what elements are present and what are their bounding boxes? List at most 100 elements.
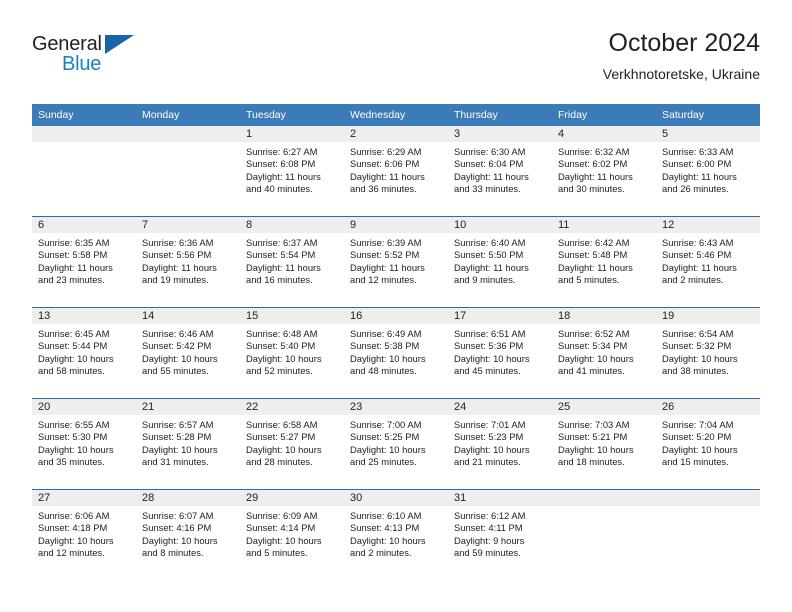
day-detail-line: and 2 minutes. xyxy=(350,547,412,559)
day-number: 2 xyxy=(344,126,448,142)
day-cell-inner: 29 Sunrise: 6:09 AM Sunset: 4:14 PM Dayligh… xyxy=(240,490,344,580)
day-number: 30 xyxy=(344,490,448,506)
day-cell-13[interactable]: 13 Sunrise: 6:45 AM Sunset: 5:44 PM Dayligh… xyxy=(32,307,136,399)
day-detail-line: Sunset: 5:30 PM xyxy=(38,431,108,443)
day-number: 9 xyxy=(344,217,448,233)
day-cell-16[interactable]: 16 Sunrise: 6:49 AM Sunset: 5:38 PM Dayligh… xyxy=(344,307,448,399)
day-cell-24[interactable]: 24 Sunrise: 7:01 AM Sunset: 5:23 PM Dayligh… xyxy=(448,398,552,490)
day-details: Sunrise: 6:43 AM Sunset: 5:46 PM Daylight:… xyxy=(656,233,760,287)
day-detail-line: and 2 minutes. xyxy=(662,274,724,286)
day-detail-line: and 33 minutes. xyxy=(454,183,521,195)
day-detail-line: Sunset: 5:44 PM xyxy=(38,340,108,352)
day-cell-1[interactable]: 1 Sunrise: 6:27 AM Sunset: 6:08 PM Daylight… xyxy=(240,126,344,217)
weekday-header-thursday: Thursday xyxy=(448,104,552,126)
day-number: 3 xyxy=(448,126,552,142)
day-detail-line: Sunrise: 6:54 AM xyxy=(662,328,734,339)
day-detail-line: Sunrise: 6:46 AM xyxy=(142,328,214,339)
day-cell-28[interactable]: 28 Sunrise: 6:07 AM Sunset: 4:16 PM Dayligh… xyxy=(136,489,240,580)
day-number: 26 xyxy=(656,399,760,415)
day-cell-12[interactable]: 12 Sunrise: 6:43 AM Sunset: 5:46 PM Dayligh… xyxy=(656,216,760,308)
day-detail-line: Sunrise: 7:03 AM xyxy=(558,419,630,430)
day-cell-23[interactable]: 23 Sunrise: 7:00 AM Sunset: 5:25 PM Dayligh… xyxy=(344,398,448,490)
day-cell-26[interactable]: 26 Sunrise: 7:04 AM Sunset: 5:20 PM Dayligh… xyxy=(656,398,760,490)
day-cell-6[interactable]: 6 Sunrise: 6:35 AM Sunset: 5:58 PM Daylight… xyxy=(32,216,136,308)
day-detail-line: Sunrise: 6:06 AM xyxy=(38,510,110,521)
day-number: 14 xyxy=(136,308,240,324)
day-cell-22[interactable]: 22 Sunrise: 6:58 AM Sunset: 5:27 PM Dayligh… xyxy=(240,398,344,490)
day-cell-14[interactable]: 14 Sunrise: 6:46 AM Sunset: 5:42 PM Dayligh… xyxy=(136,307,240,399)
day-cell-25[interactable]: 25 Sunrise: 7:03 AM Sunset: 5:21 PM Dayligh… xyxy=(552,398,656,490)
day-cell-9[interactable]: 9 Sunrise: 6:39 AM Sunset: 5:52 PM Daylight… xyxy=(344,216,448,308)
day-detail-line: and 45 minutes. xyxy=(454,365,521,377)
day-detail-line: Sunrise: 6:27 AM xyxy=(246,146,318,157)
day-detail-line: and 55 minutes. xyxy=(142,365,209,377)
day-cell-11[interactable]: 11 Sunrise: 6:42 AM Sunset: 5:48 PM Dayligh… xyxy=(552,216,656,308)
day-cell-10[interactable]: 10 Sunrise: 6:40 AM Sunset: 5:50 PM Dayligh… xyxy=(448,216,552,308)
day-cell-20[interactable]: 20 Sunrise: 6:55 AM Sunset: 5:30 PM Dayligh… xyxy=(32,398,136,490)
day-cell-inner: 12 Sunrise: 6:43 AM Sunset: 5:46 PM Dayligh… xyxy=(656,217,760,307)
day-detail-line: Sunrise: 6:55 AM xyxy=(38,419,110,430)
day-cell-inner: 31 Sunrise: 6:12 AM Sunset: 4:11 PM Dayligh… xyxy=(448,490,552,580)
day-cell-inner: 9 Sunrise: 6:39 AM Sunset: 5:52 PM Daylight… xyxy=(344,217,448,307)
day-cell-15[interactable]: 15 Sunrise: 6:48 AM Sunset: 5:40 PM Dayligh… xyxy=(240,307,344,399)
general-blue-logo[interactable]: General Blue xyxy=(32,34,182,90)
day-cell-inner: 20 Sunrise: 6:55 AM Sunset: 5:30 PM Dayligh… xyxy=(32,399,136,489)
day-detail-line: Sunset: 5:46 PM xyxy=(662,249,732,261)
day-details: Sunrise: 6:54 AM Sunset: 5:32 PM Daylight:… xyxy=(656,324,760,378)
day-detail-line: Sunrise: 6:49 AM xyxy=(350,328,422,339)
day-cell-4[interactable]: 4 Sunrise: 6:32 AM Sunset: 6:02 PM Daylight… xyxy=(552,126,656,217)
day-detail-line: Sunset: 5:52 PM xyxy=(350,249,420,261)
day-detail-line: Daylight: 10 hours xyxy=(246,534,322,546)
day-details: Sunrise: 6:10 AM Sunset: 4:13 PM Daylight:… xyxy=(344,506,448,560)
day-cell-18[interactable]: 18 Sunrise: 6:52 AM Sunset: 5:34 PM Dayligh… xyxy=(552,307,656,399)
page-header: General Blue October 2024 Verkhnotoretsk… xyxy=(32,28,760,94)
logo-text-general: General xyxy=(32,33,102,55)
day-number: 21 xyxy=(136,399,240,415)
day-detail-line: and 40 minutes. xyxy=(246,183,313,195)
day-cell-31[interactable]: 31 Sunrise: 6:12 AM Sunset: 4:11 PM Dayligh… xyxy=(448,489,552,580)
day-number: 22 xyxy=(240,399,344,415)
day-details: Sunrise: 7:01 AM Sunset: 5:23 PM Daylight:… xyxy=(448,415,552,469)
day-detail-line: and 5 minutes. xyxy=(558,274,620,286)
day-details: Sunrise: 6:32 AM Sunset: 6:02 PM Daylight:… xyxy=(552,142,656,196)
day-details: Sunrise: 6:29 AM Sunset: 6:06 PM Daylight:… xyxy=(344,142,448,196)
day-detail-line: Sunrise: 6:37 AM xyxy=(246,237,318,248)
day-cell-inner: 4 Sunrise: 6:32 AM Sunset: 6:02 PM Daylight… xyxy=(552,126,656,216)
day-cell-27[interactable]: 27 Sunrise: 6:06 AM Sunset: 4:18 PM Dayligh… xyxy=(32,489,136,580)
day-cell-3[interactable]: 3 Sunrise: 6:30 AM Sunset: 6:04 PM Daylight… xyxy=(448,126,552,217)
calendar-week-row: 6 Sunrise: 6:35 AM Sunset: 5:58 PM Daylight… xyxy=(32,216,760,308)
calendar-body: 1 Sunrise: 6:27 AM Sunset: 6:08 PM Daylight… xyxy=(32,126,760,580)
day-cell-inner xyxy=(32,126,136,216)
day-cell-17[interactable]: 17 Sunrise: 6:51 AM Sunset: 5:36 PM Dayligh… xyxy=(448,307,552,399)
day-detail-line: Daylight: 9 hours xyxy=(454,534,525,546)
day-cell-19[interactable]: 19 Sunrise: 6:54 AM Sunset: 5:32 PM Dayligh… xyxy=(656,307,760,399)
day-cell-7[interactable]: 7 Sunrise: 6:36 AM Sunset: 5:56 PM Daylight… xyxy=(136,216,240,308)
day-detail-line: and 9 minutes. xyxy=(454,274,516,286)
day-cell-30[interactable]: 30 Sunrise: 6:10 AM Sunset: 4:13 PM Dayligh… xyxy=(344,489,448,580)
day-details: Sunrise: 6:46 AM Sunset: 5:42 PM Daylight:… xyxy=(136,324,240,378)
day-cell-inner: 28 Sunrise: 6:07 AM Sunset: 4:16 PM Dayligh… xyxy=(136,490,240,580)
day-detail-line: Sunset: 5:27 PM xyxy=(246,431,316,443)
day-detail-line: Daylight: 10 hours xyxy=(246,352,322,364)
day-detail-line: Sunset: 6:00 PM xyxy=(662,158,732,170)
day-number: 25 xyxy=(552,399,656,415)
day-cell-inner xyxy=(136,126,240,216)
day-cell-8[interactable]: 8 Sunrise: 6:37 AM Sunset: 5:54 PM Daylight… xyxy=(240,216,344,308)
day-detail-line: Daylight: 10 hours xyxy=(558,352,634,364)
day-detail-line: and 25 minutes. xyxy=(350,456,417,468)
day-detail-line: and 52 minutes. xyxy=(246,365,313,377)
day-details: Sunrise: 6:48 AM Sunset: 5:40 PM Daylight:… xyxy=(240,324,344,378)
day-detail-line: Sunset: 4:14 PM xyxy=(246,522,316,534)
day-number: 5 xyxy=(656,126,760,142)
day-detail-line: Daylight: 11 hours xyxy=(246,261,321,273)
day-cell-2[interactable]: 2 Sunrise: 6:29 AM Sunset: 6:06 PM Daylight… xyxy=(344,126,448,217)
day-cell-29[interactable]: 29 Sunrise: 6:09 AM Sunset: 4:14 PM Dayligh… xyxy=(240,489,344,580)
day-cell-5[interactable]: 5 Sunrise: 6:33 AM Sunset: 6:00 PM Daylight… xyxy=(656,126,760,217)
day-detail-line: Sunset: 5:21 PM xyxy=(558,431,628,443)
day-details: Sunrise: 7:03 AM Sunset: 5:21 PM Daylight:… xyxy=(552,415,656,469)
day-detail-line: Sunset: 5:48 PM xyxy=(558,249,628,261)
day-details: Sunrise: 6:30 AM Sunset: 6:04 PM Daylight:… xyxy=(448,142,552,196)
day-details: Sunrise: 6:37 AM Sunset: 5:54 PM Daylight:… xyxy=(240,233,344,287)
day-detail-line: Daylight: 10 hours xyxy=(350,534,426,546)
day-cell-21[interactable]: 21 Sunrise: 6:57 AM Sunset: 5:28 PM Dayligh… xyxy=(136,398,240,490)
